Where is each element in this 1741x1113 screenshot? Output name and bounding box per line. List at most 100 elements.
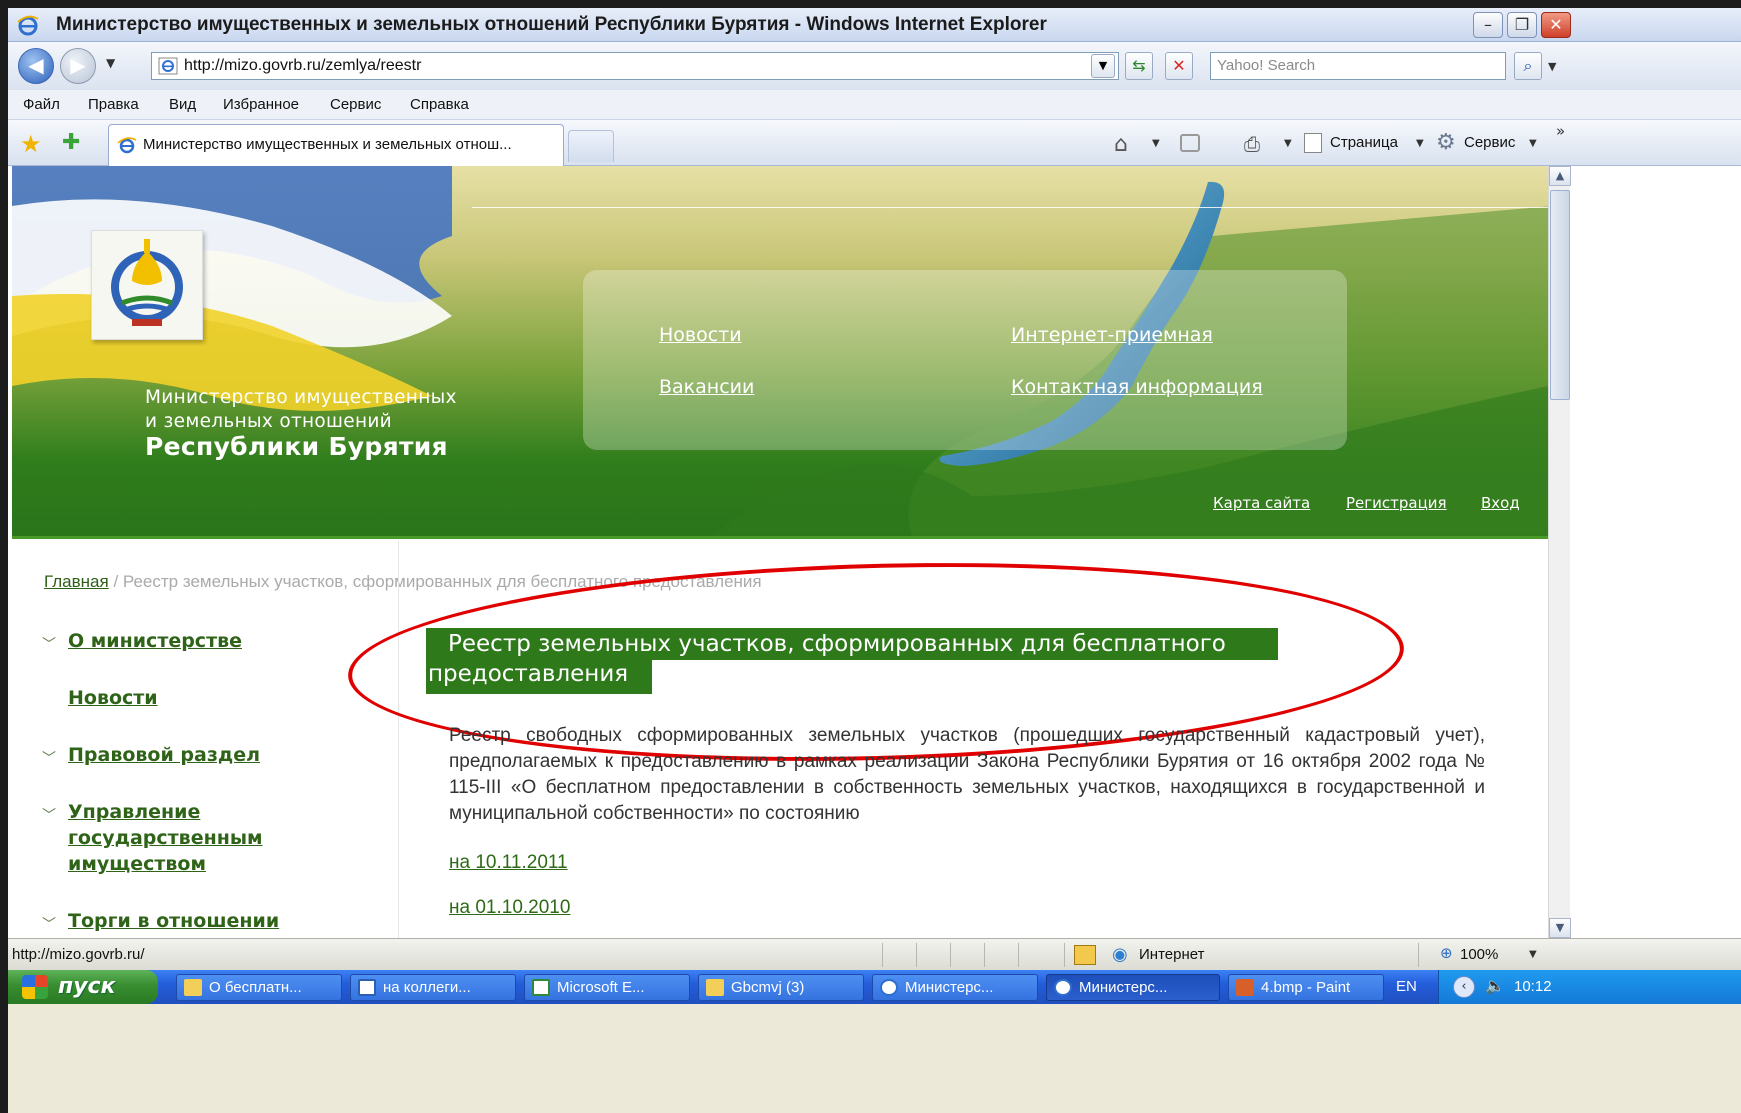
excel-icon (532, 979, 550, 996)
tab-bar: ★ ✚ Министерство имущественных и земельн… (8, 120, 1741, 166)
task-label: Microsoft E... (557, 979, 645, 996)
menu-tools[interactable]: Сервис (330, 96, 381, 113)
tab-title: Министерство имущественных и земельных о… (143, 136, 512, 153)
ie-icon (17, 15, 39, 36)
task-label: Министерс... (1079, 979, 1168, 996)
stop-icon[interactable]: ✕ (1165, 52, 1193, 80)
search-input[interactable]: Yahoo! Search (1210, 52, 1506, 80)
register-link-2010[interactable]: на 01.10.2010 (449, 897, 570, 919)
windows-logo-icon (22, 975, 48, 999)
forward-button[interactable]: ▶ (60, 48, 96, 84)
address-input[interactable]: http://mizo.govrb.ru/zemlya/reestr (151, 52, 1119, 80)
chevron-down-icon[interactable]: ﹀ (42, 914, 56, 934)
menu-edit[interactable]: Правка (88, 96, 139, 113)
clock: 10:12 (1514, 978, 1552, 995)
start-label: пуск (58, 974, 116, 999)
globe-icon: ◉ (1112, 944, 1128, 965)
url-text: http://mizo.govrb.ru/zemlya/reestr (184, 57, 422, 74)
start-button[interactable]: пуск (8, 970, 158, 1004)
minimize-button[interactable]: – (1473, 12, 1503, 38)
restore-button[interactable]: ❐ (1507, 12, 1537, 38)
security-icon (1074, 945, 1096, 965)
scroll-up-icon[interactable]: ▲ (1549, 166, 1571, 186)
coat-of-arms-logo (91, 230, 203, 340)
print-icon[interactable]: ⎙ (1244, 132, 1260, 156)
speaker-icon[interactable]: 🔈 (1485, 976, 1505, 995)
task-label: О бесплатн... (209, 979, 302, 996)
add-favorites-icon[interactable]: ✚ (62, 130, 80, 155)
zoom-dropdown-icon[interactable]: ▼ (1529, 949, 1537, 960)
task-excel[interactable]: Microsoft E... (524, 974, 690, 1001)
page-icon (158, 57, 178, 75)
document-icon (706, 979, 724, 996)
sidebar-item-property[interactable]: Управление государственным имуществом (68, 799, 308, 877)
nav-news-link[interactable]: Новости (659, 324, 742, 346)
tab-ministry[interactable]: Министерство имущественных и земельных о… (108, 124, 564, 166)
refresh-icon[interactable]: ⇆ (1125, 52, 1153, 80)
task-word[interactable]: на коллеги... (350, 974, 516, 1001)
chevron-down-icon[interactable]: ﹀ (42, 805, 56, 825)
breadcrumb-home-link[interactable]: Главная (44, 572, 109, 591)
nav-reception-link[interactable]: Интернет-приемная (1011, 324, 1213, 346)
page-dropdown-icon[interactable]: ▼ (1416, 138, 1424, 149)
chevron-down-icon[interactable]: ﹀ (42, 748, 56, 768)
sitemap-link[interactable]: Карта сайта (1213, 494, 1310, 512)
zoom-icon[interactable]: ⊕ (1440, 944, 1453, 962)
emblem-icon (111, 239, 183, 326)
register-description: Реестр свободных сформированных земельны… (449, 725, 1485, 824)
task-gbcmvj[interactable]: Gbcmvj (3) (698, 974, 864, 1001)
sidebar-item-auctions[interactable]: Торги в отношении (68, 908, 279, 934)
vertical-scrollbar[interactable]: ▲ ▼ (1548, 166, 1571, 938)
new-tab-button[interactable] (568, 130, 614, 162)
close-button[interactable]: ✕ (1541, 12, 1571, 38)
favorites-star-icon[interactable]: ★ (20, 130, 42, 158)
back-button[interactable]: ◀ (18, 48, 54, 84)
ministry-name-line1: Министерство имущественных (145, 387, 457, 408)
chevron-more-icon[interactable]: » (1556, 122, 1565, 140)
search-options-icon[interactable]: ▼ (1548, 60, 1556, 73)
scroll-thumb[interactable] (1550, 190, 1570, 400)
feeds-icon[interactable] (1180, 134, 1200, 152)
menu-view[interactable]: Вид (169, 96, 196, 113)
republic-name: Республики Бурятия (145, 432, 448, 461)
nav-contacts-link[interactable]: Контактная информация (1011, 376, 1263, 398)
menu-favorites[interactable]: Избранное (223, 96, 299, 113)
ie-icon (880, 979, 898, 996)
tools-menu[interactable]: Сервис (1464, 134, 1515, 151)
browser-window: Министерство имущественных и земельных о… (8, 8, 1741, 1113)
register-link[interactable]: Регистрация (1346, 494, 1447, 512)
tray-expand-icon[interactable]: ‹ (1453, 976, 1475, 998)
sidebar-item-news[interactable]: Новости (68, 685, 158, 711)
history-dropdown-icon[interactable]: ▼ (106, 56, 115, 70)
zone-label: Интернет (1139, 946, 1205, 963)
scroll-down-icon[interactable]: ▼ (1549, 918, 1571, 938)
home-icon[interactable]: ⌂ (1114, 132, 1128, 157)
gear-icon: ⚙ (1436, 130, 1456, 155)
word-icon (358, 979, 376, 996)
task-folder[interactable]: О бесплатн... (176, 974, 342, 1001)
task-ie-2[interactable]: Министерс... (1046, 974, 1220, 1001)
print-dropdown-icon[interactable]: ▼ (1284, 138, 1292, 149)
status-url: http://mizo.govrb.ru/ (12, 946, 145, 963)
language-indicator[interactable]: EN (1396, 978, 1417, 995)
ie-tab-icon (117, 137, 137, 154)
page-menu[interactable]: Страница (1330, 134, 1398, 151)
register-link-2011[interactable]: на 10.11.2011 (449, 852, 568, 874)
address-toolbar: ◀ ▶ ▼ http://mizo.govrb.ru/zemlya/reestr… (8, 42, 1741, 90)
sidebar-item-about[interactable]: О министерстве (68, 628, 242, 654)
chevron-down-icon[interactable]: ﹀ (42, 634, 56, 654)
task-paint[interactable]: 4.bmp - Paint (1228, 974, 1384, 1001)
sidebar-item-legal[interactable]: Правовой раздел (68, 742, 260, 768)
menu-bar: Файл Правка Вид Избранное Сервис Справка (8, 90, 1741, 120)
task-label: Gbcmvj (3) (731, 979, 805, 996)
nav-vacancies-link[interactable]: Вакансии (659, 376, 754, 398)
menu-file[interactable]: Файл (23, 96, 60, 113)
menu-help[interactable]: Справка (410, 96, 469, 113)
login-link[interactable]: Вход (1481, 494, 1520, 512)
tools-dropdown-icon[interactable]: ▼ (1529, 138, 1537, 149)
zoom-level[interactable]: 100% (1460, 946, 1498, 963)
home-dropdown-icon[interactable]: ▼ (1152, 138, 1160, 149)
task-ie-1[interactable]: Министерс... (872, 974, 1038, 1001)
address-dropdown-icon[interactable]: ▼ (1091, 54, 1115, 78)
search-icon[interactable]: ⌕ (1514, 52, 1542, 80)
